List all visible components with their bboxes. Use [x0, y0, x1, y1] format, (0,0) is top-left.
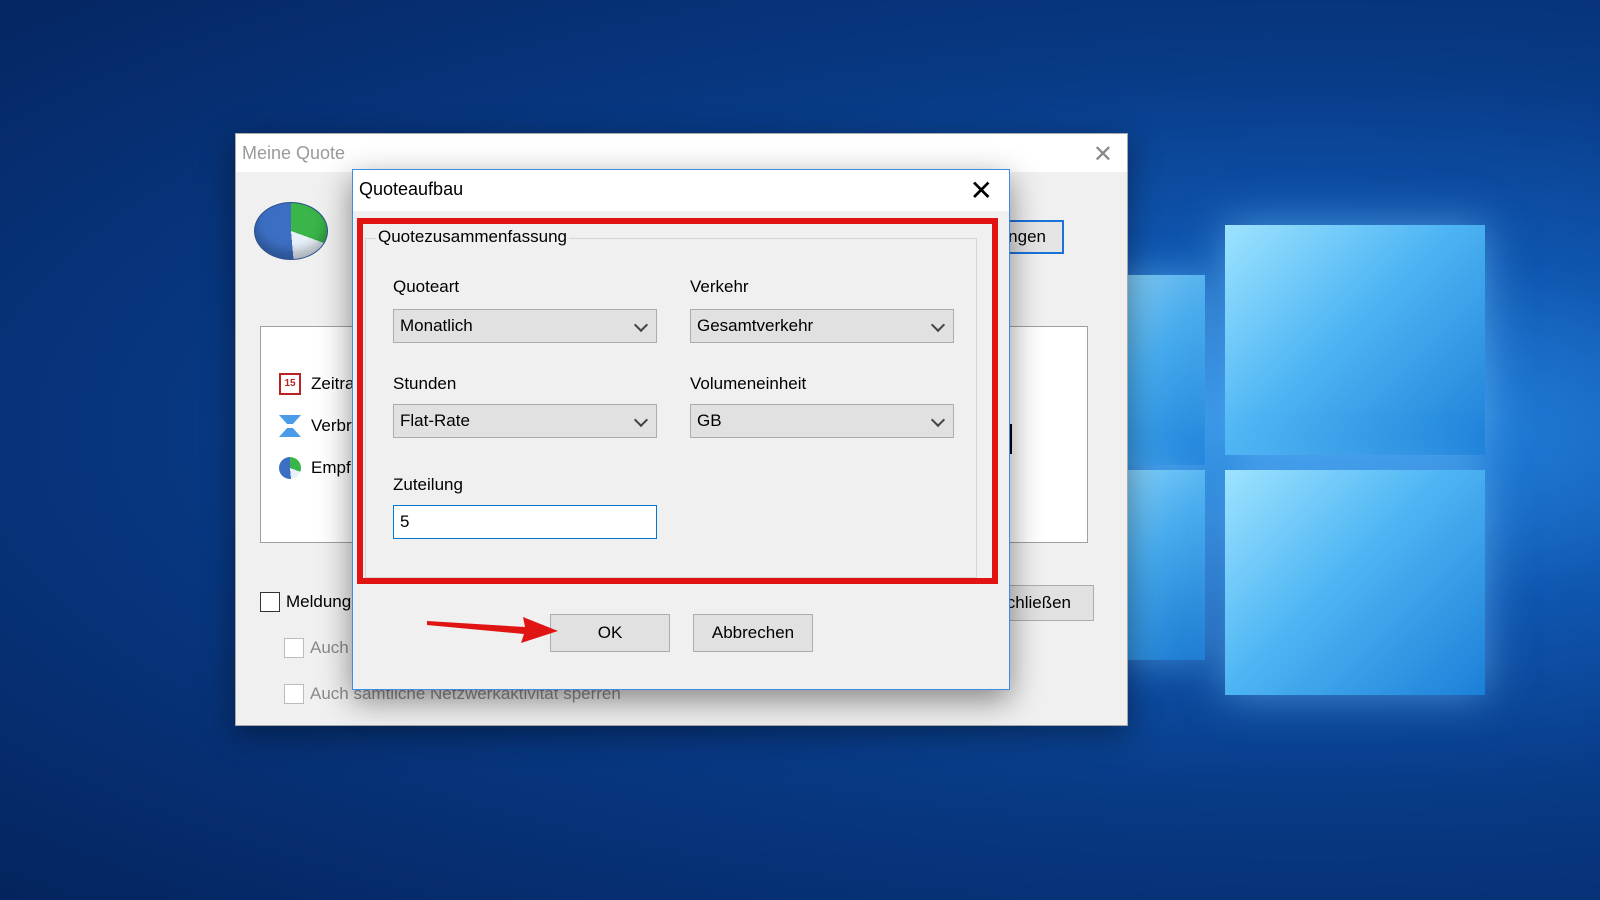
- option-checkbox[interactable]: [284, 638, 304, 658]
- ok-button[interactable]: OK: [550, 614, 670, 652]
- calendar-icon: 15: [279, 373, 301, 395]
- hours-value: Flat-Rate: [400, 411, 470, 430]
- block-network-checkbox[interactable]: [284, 684, 304, 704]
- annotation-arrow-icon: [427, 617, 558, 643]
- volume-unit-value: GB: [697, 411, 722, 430]
- quota-setup-dialog: Quoteaufbau ✕ Quotezusammenfassung Quote…: [352, 169, 1010, 690]
- quota-type-label: Quoteart: [393, 277, 460, 296]
- traffic-select[interactable]: Gesamtverkehr: [690, 309, 954, 343]
- main-window-titlebar: Meine Quote ✕: [236, 134, 1127, 172]
- close-icon[interactable]: ✕: [1093, 140, 1113, 169]
- notification-checkbox-row[interactable]: Meldung: [260, 592, 351, 612]
- main-window-title: Meine Quote: [242, 143, 346, 163]
- option-checkbox-label: Auch: [310, 638, 349, 657]
- volume-unit-select[interactable]: GB: [690, 404, 954, 438]
- quota-type-select[interactable]: Monatlich: [393, 309, 657, 343]
- hourglass-icon: [279, 415, 301, 437]
- pie-chart-icon: [254, 202, 328, 260]
- list-item[interactable]: Verbr: [279, 415, 352, 437]
- allocation-label: Zuteilung: [393, 475, 463, 494]
- list-item-label: Empf: [311, 458, 351, 477]
- notification-checkbox-label: Meldung: [286, 592, 352, 611]
- windows-logo-pane: [1225, 225, 1485, 455]
- option-checkbox-row[interactable]: Auch: [284, 638, 349, 658]
- list-item-label: Zeitra: [311, 374, 355, 393]
- dialog-title: Quoteaufbau: [359, 179, 464, 199]
- list-item-label: Verbr: [311, 416, 352, 435]
- pie-chart-icon: [279, 457, 301, 479]
- close-icon[interactable]: ✕: [970, 174, 993, 207]
- hours-select[interactable]: Flat-Rate: [393, 404, 657, 438]
- allocation-input[interactable]: [393, 505, 657, 539]
- cancel-button[interactable]: Abbrechen: [693, 614, 813, 652]
- list-item[interactable]: Empf: [279, 457, 351, 479]
- notification-checkbox[interactable]: [260, 592, 280, 612]
- windows-logo: [1105, 225, 1535, 695]
- dialog-titlebar: Quoteaufbau ✕: [353, 170, 1009, 211]
- quota-summary-group: Quotezusammenfassung Quoteart Monatlich …: [365, 227, 977, 578]
- group-title: Quotezusammenfassung: [376, 227, 569, 247]
- quota-type-value: Monatlich: [400, 316, 473, 335]
- list-item[interactable]: 15 Zeitra: [279, 373, 354, 395]
- traffic-value: Gesamtverkehr: [697, 316, 814, 335]
- hours-label: Stunden: [393, 374, 457, 393]
- windows-logo-pane: [1225, 470, 1485, 695]
- traffic-label: Verkehr: [690, 277, 749, 296]
- volume-unit-label: Volumeneinheit: [690, 374, 807, 393]
